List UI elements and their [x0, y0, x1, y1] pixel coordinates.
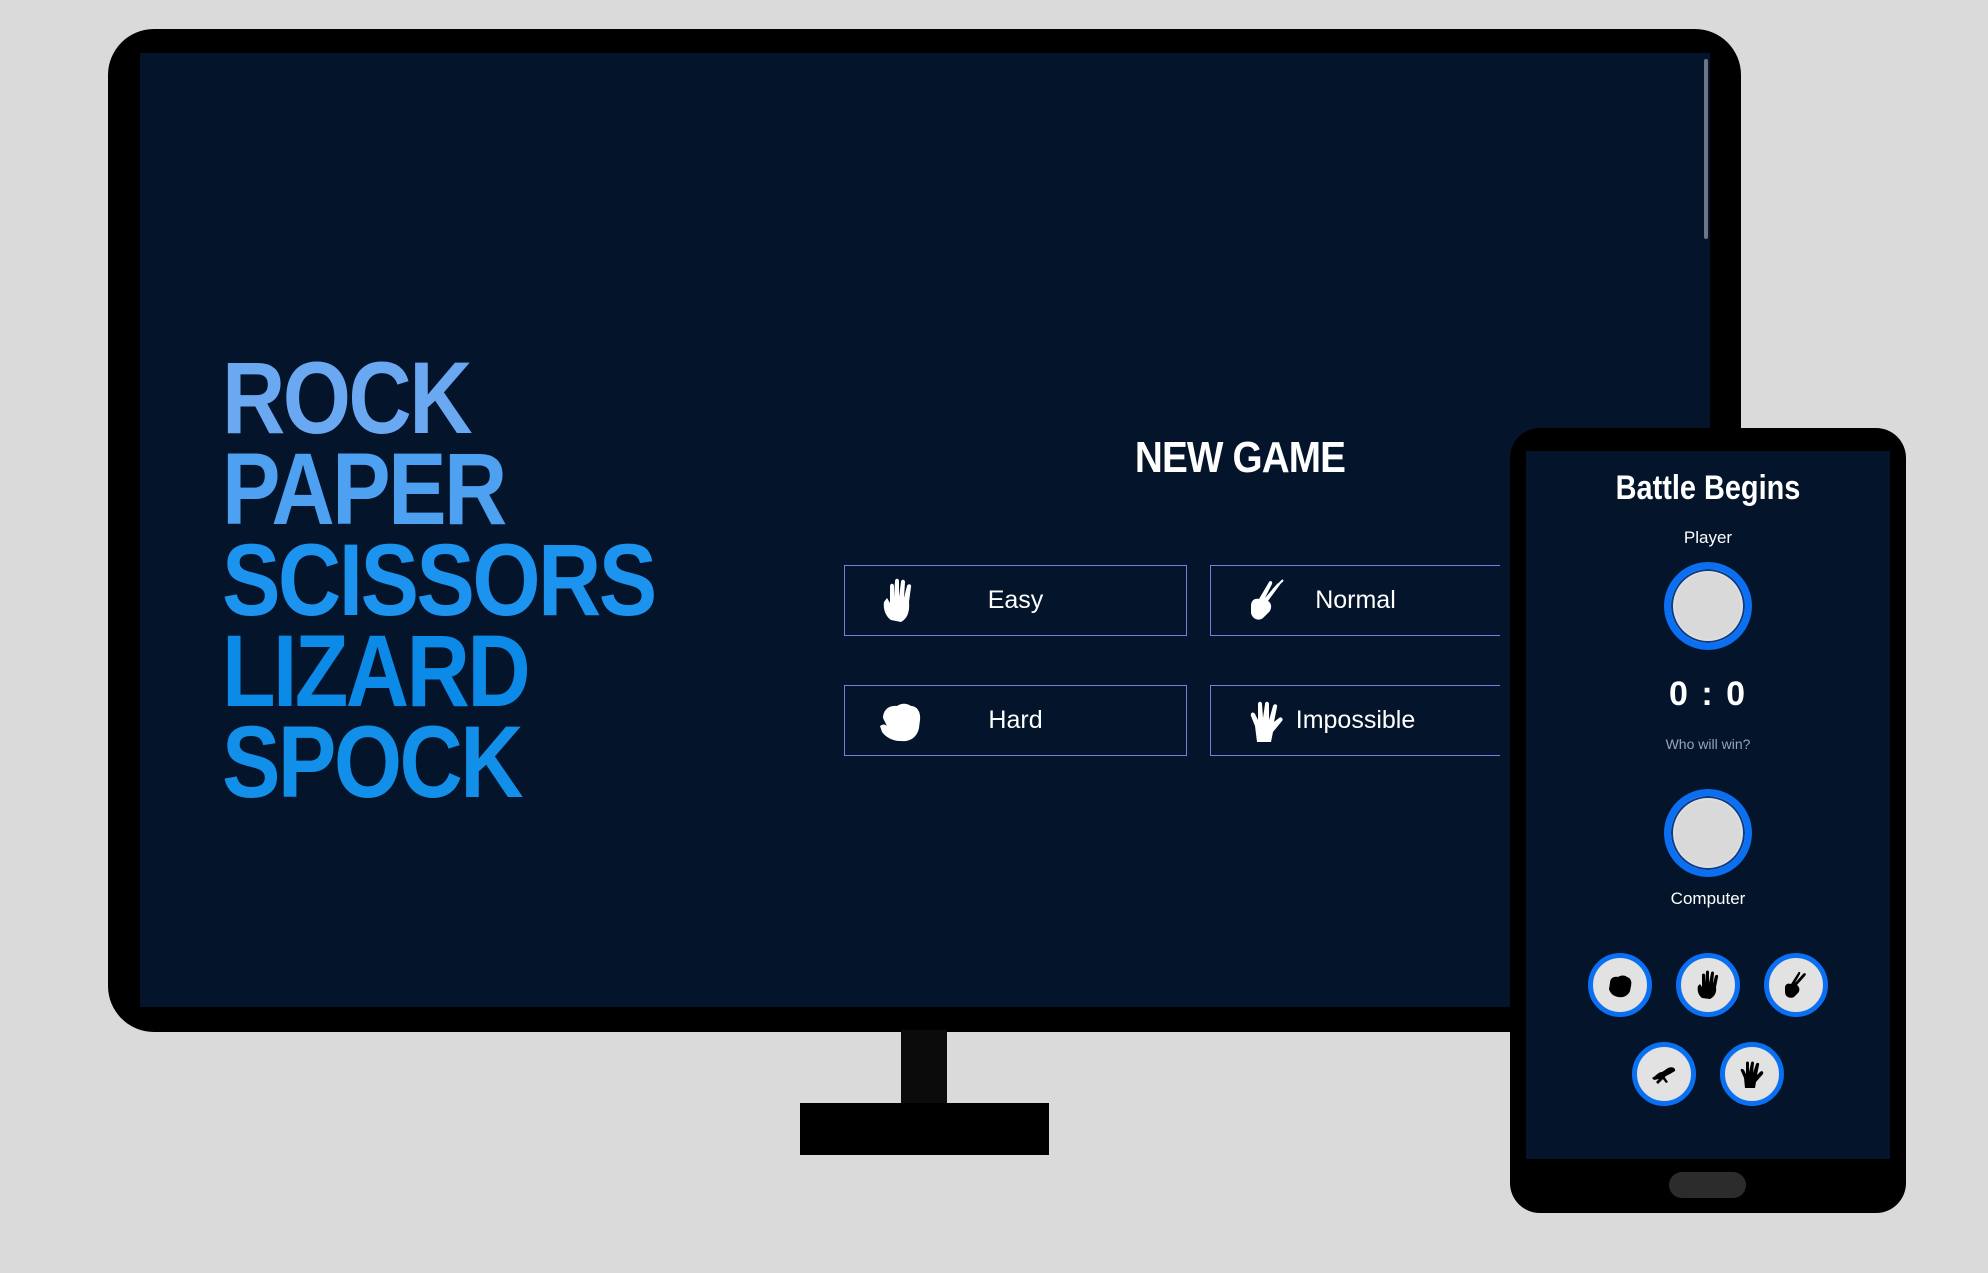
- easy-button[interactable]: Easy: [844, 565, 1187, 636]
- title-scissors: SCISSORS: [222, 523, 657, 637]
- desktop-screen: ROCK PAPER SCISSORS LIZARD SPOCK NEW GAM…: [140, 53, 1710, 1007]
- lizard-choice-button[interactable]: [1632, 1042, 1696, 1106]
- player-choice-circle: [1664, 562, 1752, 650]
- normal-label: Normal: [1315, 586, 1396, 614]
- game-title: ROCK PAPER SCISSORS LIZARD SPOCK: [222, 341, 657, 819]
- rock-choice-button[interactable]: [1588, 953, 1652, 1017]
- impossible-label: Impossible: [1295, 706, 1416, 734]
- title-spock: SPOCK: [222, 705, 524, 819]
- score-display: 0 : 0: [1668, 675, 1748, 713]
- title-lizard: LIZARD: [222, 614, 531, 728]
- normal-button[interactable]: Normal: [1210, 565, 1500, 636]
- impossible-button[interactable]: Impossible: [1210, 685, 1500, 756]
- scrollbar[interactable]: [1704, 59, 1708, 239]
- computer-choice-circle: [1664, 789, 1752, 877]
- title-rock: ROCK: [222, 341, 473, 455]
- monitor-stand-neck: [901, 1030, 947, 1106]
- desktop-monitor: ROCK PAPER SCISSORS LIZARD SPOCK NEW GAM…: [108, 29, 1741, 1032]
- monitor-stand-base: [800, 1103, 1049, 1155]
- spock-choice-button[interactable]: [1720, 1042, 1784, 1106]
- title-paper: PAPER: [222, 432, 507, 546]
- home-button[interactable]: [1669, 1172, 1746, 1198]
- mobile-device: Battle Begins Player 0 : 0 Who will win?…: [1510, 428, 1906, 1213]
- mobile-screen: Battle Begins Player 0 : 0 Who will win?…: [1526, 451, 1890, 1159]
- battle-title: Battle Begins: [1615, 469, 1801, 507]
- player-label: Player: [1683, 528, 1733, 547]
- hard-label: Hard: [988, 706, 1043, 734]
- paper-icon: [1697, 970, 1719, 999]
- lizard-icon: [1652, 1067, 1676, 1084]
- rock-icon: [1609, 975, 1632, 998]
- who-will-win-text: Who will win?: [1665, 736, 1751, 752]
- paper-choice-button[interactable]: [1676, 953, 1740, 1017]
- scissors-choice-button[interactable]: [1764, 953, 1828, 1017]
- new-game-heading: NEW GAME: [1134, 433, 1346, 482]
- spock-icon: [1740, 1061, 1764, 1088]
- computer-label: Computer: [1670, 889, 1746, 908]
- scissors-icon: [1785, 971, 1806, 998]
- easy-label: Easy: [987, 586, 1044, 614]
- hard-button[interactable]: Hard: [844, 685, 1187, 756]
